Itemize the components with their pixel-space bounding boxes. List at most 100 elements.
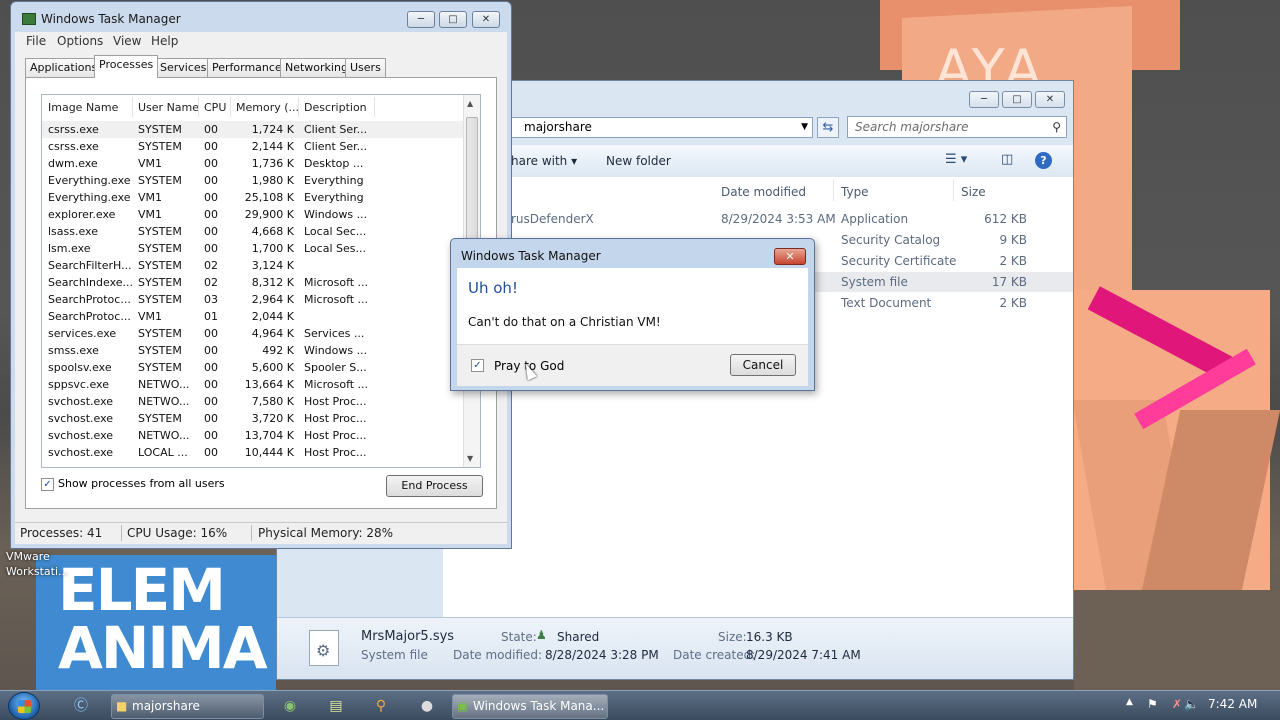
process-row[interactable]: SearchIndexe... SYSTEM 02 8,312 K Microsoft … [42, 274, 464, 291]
column-type[interactable]: Type [841, 185, 869, 199]
column-separator [833, 179, 834, 201]
scroll-up-arrow-icon[interactable]: ▲ [467, 99, 473, 108]
taskbar-explorer-label: majorshare [132, 699, 200, 713]
process-row[interactable]: SearchProtoc... VM1 01 2,044 K [42, 308, 464, 325]
media-player-icon[interactable]: ◉ [279, 695, 301, 717]
process-desc: Client Ser... [304, 123, 368, 136]
process-mem: 25,108 K [244, 191, 294, 204]
column-user-name[interactable]: User Name [138, 101, 199, 114]
help-icon[interactable]: ? [1035, 152, 1052, 169]
process-row[interactable]: Everything.exe VM1 00 25,108 K Everything [42, 189, 464, 206]
menu-bar: File Options View Help [15, 32, 507, 50]
process-row[interactable]: csrss.exe SYSTEM 00 1,724 K Client Ser... [42, 121, 464, 138]
process-image: SearchProtoc... [48, 293, 131, 306]
search-placeholder: Search majorshare [855, 120, 969, 134]
process-row[interactable]: csrss.exe SYSTEM 00 2,144 K Client Ser... [42, 138, 464, 155]
new-folder-button[interactable]: New folder [606, 154, 671, 168]
process-row[interactable]: svchost.exe NETWO... 00 7,580 K Host Proc... [42, 393, 464, 410]
process-row[interactable]: svchost.exe NETWO... 00 13,704 K Host Proc..… [42, 427, 464, 444]
process-mem: 4,964 K [251, 327, 294, 340]
view-options-icon[interactable]: ☰ ▾ [945, 152, 967, 167]
process-row[interactable]: svchost.exe SYSTEM 00 3,720 K Host Proc... [42, 410, 464, 427]
process-row[interactable]: smss.exe SYSTEM 00 492 K Windows ... [42, 342, 464, 359]
vmware-desktop-icon-label[interactable]: VMware Workstati... [6, 549, 76, 579]
process-list: Image Name User Name CPU Memory (... Des… [41, 94, 481, 468]
details-state-value: Shared [557, 630, 600, 644]
process-row[interactable]: sppsvc.exe NETWO... 00 13,664 K Microsoft ..… [42, 376, 464, 393]
start-button[interactable] [8, 692, 40, 720]
process-row[interactable]: dwm.exe VM1 00 1,736 K Desktop ... [42, 155, 464, 172]
process-row[interactable]: SearchProtoc... SYSTEM 03 2,964 K Microsoft … [42, 291, 464, 308]
tab-services[interactable]: Services [155, 58, 212, 77]
column-separator [198, 97, 199, 117]
file-row[interactable]: rusDefenderX 8/29/2024 3:53 AM Applicati… [443, 209, 1073, 229]
minimize-button[interactable]: ─ [969, 91, 999, 108]
process-desc: Host Proc... [304, 429, 367, 442]
share-with-button[interactable]: hare with ▾ [511, 154, 577, 168]
process-row[interactable]: lsm.exe SYSTEM 00 1,700 K Local Ses... [42, 240, 464, 257]
minimize-button[interactable]: ─ [407, 11, 435, 28]
process-row[interactable]: services.exe SYSTEM 00 4,964 K Services ... [42, 325, 464, 342]
menu-view[interactable]: View [113, 34, 141, 48]
process-mem: 2,964 K [251, 293, 294, 306]
pray-checkbox[interactable]: ✓ [471, 359, 484, 372]
process-cpu: 00 [204, 123, 218, 136]
process-user: LOCAL ... [138, 446, 188, 459]
banner-line-1: ELEM [58, 556, 226, 624]
scroll-down-arrow-icon[interactable]: ▼ [467, 454, 473, 463]
volume-icon[interactable]: 🔈 [1184, 697, 1199, 711]
taskbar-clock[interactable]: 7:42 AM [1208, 697, 1257, 711]
dialog-close-button[interactable]: ✕ [774, 248, 806, 265]
process-row[interactable]: svchost.exe LOCAL ... 00 10,444 K Host Proc.… [42, 444, 464, 461]
process-row[interactable]: Everything.exe SYSTEM 00 1,980 K Everything [42, 172, 464, 189]
taskbar-taskmgr-button[interactable]: ▣ Windows Task Mana... [452, 694, 608, 719]
chevron-down-icon[interactable]: ▼ [801, 118, 808, 137]
show-all-users-checkbox[interactable]: ✓ [41, 478, 54, 491]
process-desc: Everything [304, 191, 364, 204]
tab-applications[interactable]: Applications [25, 58, 103, 77]
process-image: csrss.exe [48, 140, 99, 153]
menu-file[interactable]: File [26, 34, 46, 48]
column-image-name[interactable]: Image Name [48, 101, 118, 114]
column-memory[interactable]: Memory (... [236, 101, 299, 114]
process-desc: Desktop ... [304, 157, 364, 170]
search-input[interactable]: Search majorshare ⚲ [847, 116, 1067, 138]
app-icon[interactable]: ● [416, 695, 438, 717]
menu-options[interactable]: Options [57, 34, 103, 48]
search-icon[interactable]: ⚲ [370, 695, 392, 717]
process-row[interactable]: spoolsv.exe SYSTEM 00 5,600 K Spooler S... [42, 359, 464, 376]
process-row[interactable]: lsass.exe SYSTEM 00 4,668 K Local Sec... [42, 223, 464, 240]
process-desc: Host Proc... [304, 446, 367, 459]
taskbar-explorer-button[interactable]: ■ majorshare [111, 694, 264, 719]
notepad-icon[interactable]: ▤ [325, 695, 347, 717]
process-row[interactable]: SearchFilterH... SYSTEM 02 3,124 K [42, 257, 464, 274]
folder-icon: ■ [116, 699, 128, 713]
tab-processes[interactable]: Processes [94, 55, 159, 78]
column-description[interactable]: Description [304, 101, 367, 114]
show-hidden-icons-icon[interactable]: ▲ [1126, 697, 1133, 707]
preview-pane-icon[interactable]: ◫ [1001, 152, 1013, 167]
process-row[interactable]: explorer.exe VM1 00 29,900 K Windows ... [42, 206, 464, 223]
close-button[interactable]: ✕ [1035, 91, 1065, 108]
column-size[interactable]: Size [961, 185, 986, 199]
network-disconnected-icon[interactable]: ✗ [1172, 697, 1182, 711]
cancel-button[interactable]: Cancel [730, 354, 796, 376]
refresh-button[interactable]: ⇆ [817, 117, 839, 138]
menu-help[interactable]: Help [151, 34, 178, 48]
details-created-value: 8/29/2024 7:41 AM [746, 648, 861, 662]
details-pane: ⚙ MrsMajor5.sys System file State: ♟ Sha… [277, 617, 1073, 679]
tab-performance[interactable]: Performance [207, 58, 287, 77]
column-date-modified[interactable]: Date modified [721, 185, 806, 199]
action-center-icon[interactable]: ⚑ [1147, 697, 1158, 711]
tab-networking[interactable]: Networking [280, 58, 353, 77]
column-cpu[interactable]: CPU [204, 101, 226, 114]
close-button[interactable]: ✕ [472, 11, 500, 28]
maximize-button[interactable]: □ [1002, 91, 1032, 108]
tab-users[interactable]: Users [345, 58, 386, 77]
dialog-message: Can't do that on a Christian VM! [468, 315, 661, 329]
address-bar[interactable]: majorshare ▼ [507, 117, 813, 138]
process-image: spoolsv.exe [48, 361, 112, 374]
internet-explorer-icon[interactable]: Ⓒ [70, 695, 92, 717]
maximize-button[interactable]: □ [439, 11, 467, 28]
end-process-button[interactable]: End Process [386, 475, 483, 497]
